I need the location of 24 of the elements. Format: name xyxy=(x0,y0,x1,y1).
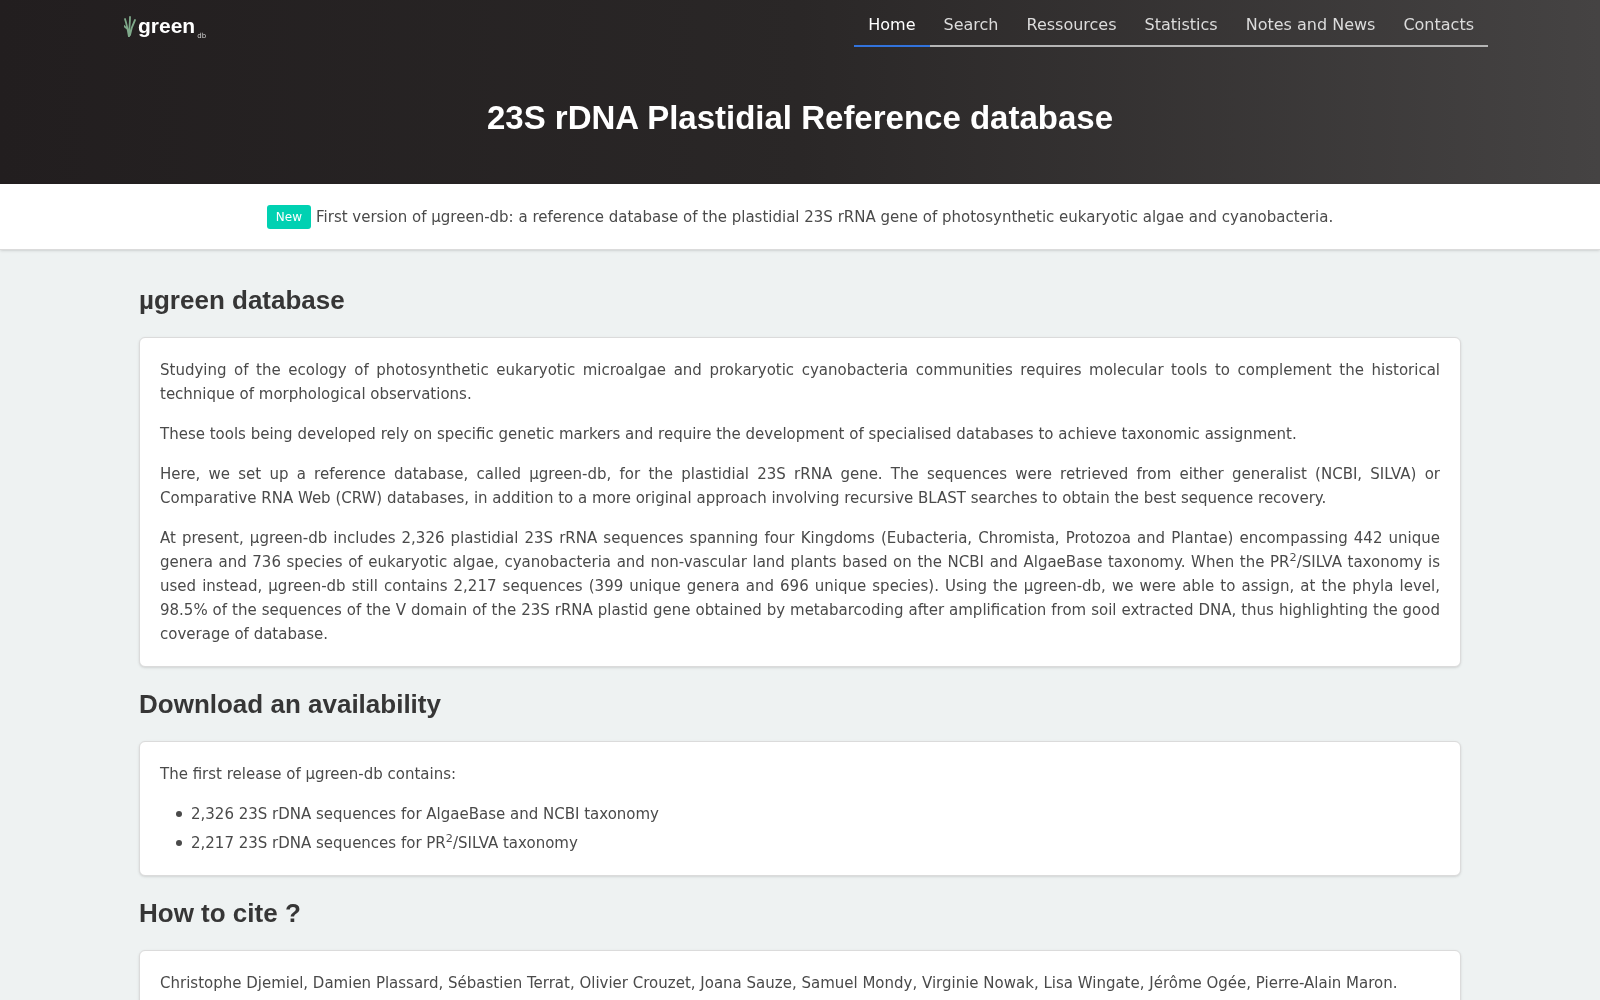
nav-link[interactable]: Ressources xyxy=(1012,5,1131,47)
page-title: 23S rDNA Plastidial Reference database xyxy=(485,98,1115,138)
announcement-text: First version of µgreen-db: a reference database of the plastidial 23S rRNA gene of photosynthetic eukaryotic algae and cyanobacteria. xyxy=(316,206,1334,228)
list-item-text: 2,217 23S rDNA sequences for PR$^{2}$/SILVA taxonomy xyxy=(191,831,578,854)
paragraph: Christophe Djemiel, Damien Plassard, Sébastien Terrat, Olivier Crouzet, Joana Sauze, Samuel Mondy, Virginie Nowak, Lisa Wingate, Jérôme Ogée, Pierre-Alain Maron. xyxy=(160,973,1399,994)
list-item-text: 2,326 23S rDNA sequences for AlgaeBase and NCBI taxonomy xyxy=(191,804,659,825)
nav-link[interactable]: Contacts xyxy=(1389,5,1488,47)
bullet-icon xyxy=(176,840,182,846)
nav-link[interactable]: Statistics xyxy=(1130,5,1232,47)
plant-logo-icon xyxy=(124,15,136,37)
section-heading: µgreen database xyxy=(139,286,346,314)
section-heading: Download an availability xyxy=(139,690,442,718)
nav-link[interactable]: Search xyxy=(929,5,1013,47)
nav-link[interactable]: Notes and News xyxy=(1231,5,1390,47)
paragraph: The first release of µgreen-db contains: xyxy=(160,764,458,785)
nav-link[interactable]: Home xyxy=(854,5,930,47)
new-tag: New xyxy=(266,204,311,229)
paragraph: These tools being developed rely on specific genetic markers and require the development of specialised databases to achieve taxonomic assignment. xyxy=(160,424,1298,445)
logo-text[interactable]: green xyxy=(138,14,196,37)
paragraph: At present, µgreen-db includes 2,326 plastidial 23S rRNA sequences spanning four Kingdoms (Eubacteria, Chromista, Protozoa and Plantae) encompassing 442 unique genera and 736 species of eukaryotic algae, cyanobacteria and non-vascular land plants based on the NCBI and AlgaeBase taxonomy. When the PR$^{2}$/SILVA taxonomy is used instead, µgreen-db still contains 2,217 sequences (399 unique genera and 696 unique species). Using the µgreen-db, we were able to assign, at the phyla level, 98.5% of the sequences of the V domain of the 23S rRNA plastid gene obtained by metabarcoding after amplification from soil extracted DNA, thus highlighting the good coverage of database. xyxy=(160,528,1440,645)
paragraph: Studying of the ecology of photosynthetic eukaryotic microalgae and prokaryotic cyanobacteria communities requires molecular tools to complement the historical technique of morphological observations. xyxy=(160,360,1440,405)
bullet-icon xyxy=(176,811,182,817)
section-heading: How to cite ? xyxy=(139,899,302,927)
paragraph: Here, we set up a reference database, called µgreen-db, for the plastidial 23S rRNA gene. The sequences were retrieved from either generalist (NCBI, SILVA) or Comparative RNA Web (CRW) databases, in addition to a more original approach involving recursive BLAST searches to obtain the best sequence recovery. xyxy=(160,464,1440,509)
